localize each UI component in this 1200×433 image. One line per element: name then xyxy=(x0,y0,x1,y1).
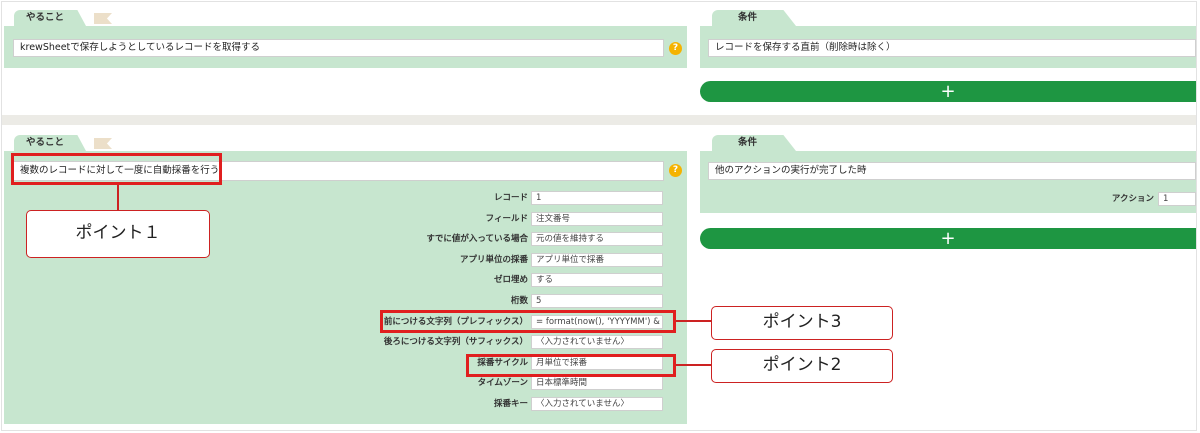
setting-value: アプリ単位で採番 xyxy=(536,255,605,265)
setting-label: 採番キー xyxy=(493,399,528,409)
action-input[interactable]: 1 xyxy=(1158,192,1196,206)
action-value: 1 xyxy=(1163,194,1169,204)
setting-value: 注文番号 xyxy=(536,214,571,224)
setting-value: 5 xyxy=(536,296,542,306)
help-icon[interactable]: ? xyxy=(669,164,682,177)
setting-value: する xyxy=(536,275,554,285)
setting-input[interactable]: 1 xyxy=(531,191,663,205)
condition-text: レコードを保存する直前（削除時は除く） xyxy=(715,42,896,53)
highlight-point1 xyxy=(11,153,222,185)
setting-label: 後ろにつける文字列（サフィックス） xyxy=(383,337,528,347)
add-condition-button[interactable]: + xyxy=(700,228,1196,249)
setting-label: アプリ単位の採番 xyxy=(459,255,528,265)
condition-select-1[interactable]: レコードを保存する直前（削除時は除く） xyxy=(708,39,1196,57)
action-label: アクション xyxy=(1111,194,1154,204)
help-icon[interactable]: ? xyxy=(669,42,682,55)
setting-input[interactable]: 5 xyxy=(531,294,663,308)
todo-select-1[interactable]: krewSheetで保存しようとしているレコードを取得する xyxy=(13,39,664,57)
plus-icon: + xyxy=(940,228,956,249)
highlight-point3 xyxy=(380,310,676,333)
setting-label: 桁数 xyxy=(510,296,528,306)
todo-tab-label: やること xyxy=(26,12,65,23)
todo-tab-label: やること xyxy=(26,137,65,148)
callout-point1: ポイント１ xyxy=(26,210,210,258)
plus-icon: + xyxy=(940,81,956,102)
todo-tab-2[interactable]: やること xyxy=(14,135,86,151)
setting-input[interactable]: 〈入力されていません〉 xyxy=(531,397,663,411)
setting-value: 元の値を維持する xyxy=(536,234,605,244)
setting-label: レコード xyxy=(493,193,528,203)
callout-point3: ポイント3 xyxy=(711,306,893,340)
setting-label: すでに値が入っている場合 xyxy=(426,234,528,244)
setting-label: ゼロ埋め xyxy=(493,275,528,285)
setting-input[interactable]: アプリ単位で採番 xyxy=(531,253,663,267)
connector-point2 xyxy=(676,364,711,366)
connector-point1 xyxy=(117,185,119,210)
add-condition-button[interactable]: + xyxy=(700,81,1196,102)
todo-tab-1[interactable]: やること xyxy=(14,10,86,26)
setting-value: 1 xyxy=(536,193,542,203)
help-glyph: ? xyxy=(672,43,679,53)
condition-tab-label: 条件 xyxy=(738,137,758,148)
setting-input[interactable]: 注文番号 xyxy=(531,212,663,226)
setting-label: フィールド xyxy=(485,214,528,224)
condition-select-2[interactable]: 他のアクションの実行が完了した時 xyxy=(708,162,1196,180)
condition-text: 他のアクションの実行が完了した時 xyxy=(715,165,867,176)
condition-tab-2[interactable]: 条件 xyxy=(712,135,796,151)
help-glyph: ? xyxy=(672,165,679,175)
setting-input[interactable]: 元の値を維持する xyxy=(531,232,663,246)
setting-input[interactable]: 日本標準時間 xyxy=(531,376,663,390)
setting-value: 日本標準時間 xyxy=(536,378,588,388)
setting-label: タイムゾーン xyxy=(477,378,528,388)
section-divider xyxy=(2,115,1196,125)
highlight-point2 xyxy=(466,354,676,377)
setting-input[interactable]: する xyxy=(531,273,663,287)
setting-input[interactable]: 〈入力されていません〉 xyxy=(531,335,663,349)
callout-point2: ポイント2 xyxy=(711,349,893,383)
setting-value: 〈入力されていません〉 xyxy=(536,337,629,347)
condition-tab-1[interactable]: 条件 xyxy=(712,10,796,26)
connector-point3 xyxy=(676,320,711,322)
setting-value: 〈入力されていません〉 xyxy=(536,399,629,409)
condition-tab-label: 条件 xyxy=(738,12,758,23)
todo-text: krewSheetで保存しようとしているレコードを取得する xyxy=(20,42,260,53)
